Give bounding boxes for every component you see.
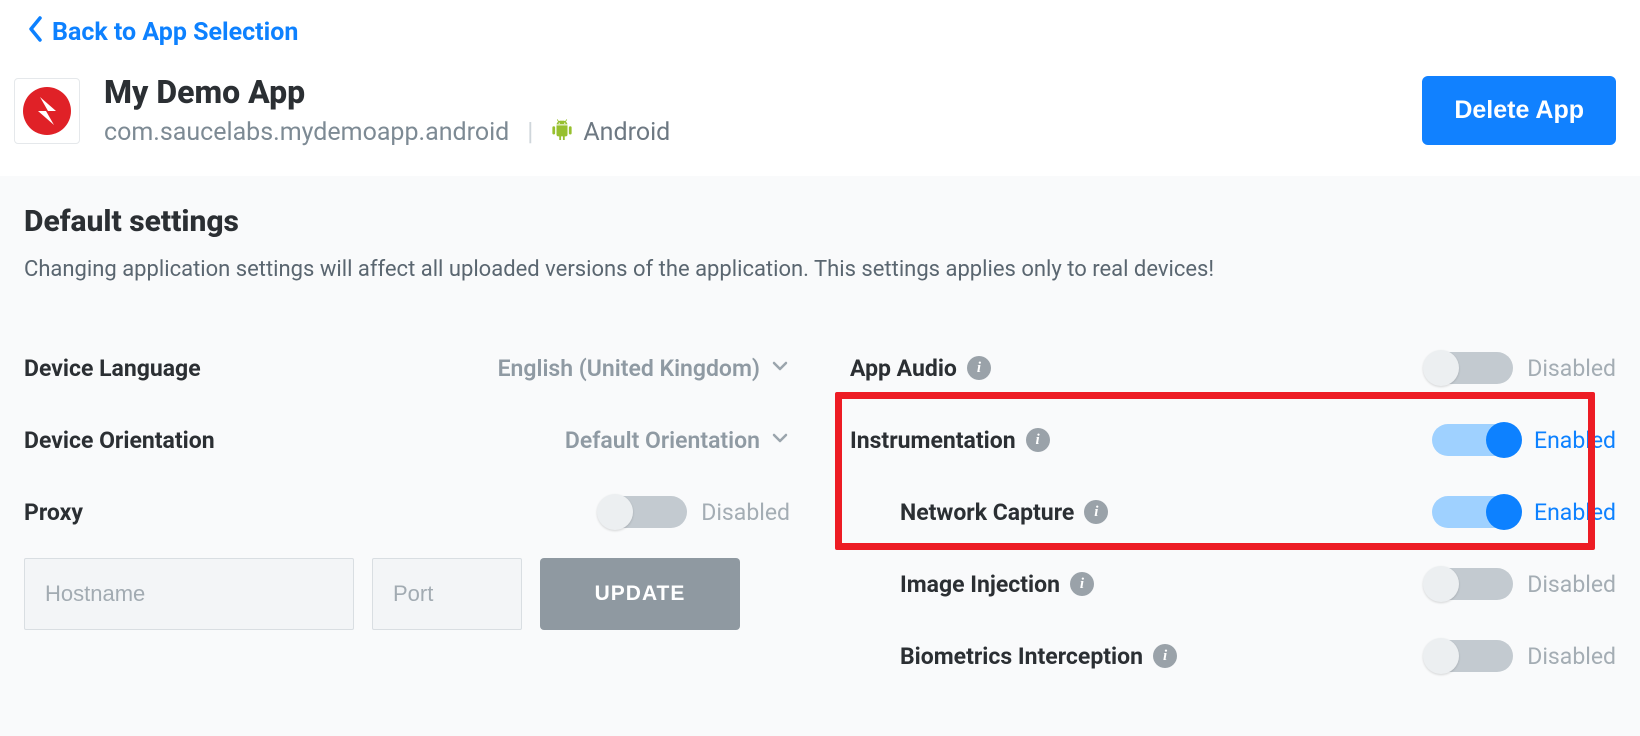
proxy-row: Proxy Disabled bbox=[24, 476, 790, 548]
proxy-label: Proxy bbox=[24, 499, 83, 526]
chevron-down-icon bbox=[770, 355, 790, 382]
device-language-select[interactable]: English (United Kingdom) bbox=[498, 355, 790, 382]
app-audio-label: App Audio bbox=[850, 355, 957, 382]
device-language-value: English (United Kingdom) bbox=[498, 355, 760, 382]
network-capture-toggle[interactable] bbox=[1432, 496, 1520, 528]
image-injection-row: Image Injection i Disabled bbox=[850, 548, 1616, 620]
device-orientation-row: Device Orientation Default Orientation bbox=[24, 404, 790, 476]
app-icon bbox=[14, 78, 80, 144]
info-icon[interactable]: i bbox=[1026, 428, 1050, 452]
app-audio-state-label: Disabled bbox=[1527, 355, 1616, 382]
chevron-down-icon bbox=[770, 427, 790, 454]
settings-left-column: Device Language English (United Kingdom)… bbox=[24, 332, 790, 692]
back-to-app-selection-link[interactable]: Back to App Selection bbox=[0, 0, 320, 59]
proxy-toggle[interactable] bbox=[599, 496, 687, 528]
biometrics-interception-label: Biometrics Interception bbox=[900, 643, 1143, 670]
android-icon bbox=[551, 117, 573, 148]
app-header: My Demo App com.saucelabs.mydemoapp.andr… bbox=[0, 59, 1640, 176]
settings-right-column: App Audio i Disabled Instrumentation i E… bbox=[850, 332, 1616, 692]
app-platform-label: Android bbox=[583, 118, 670, 147]
divider: | bbox=[527, 118, 533, 147]
network-capture-state-label: Enabled bbox=[1534, 499, 1616, 526]
app-audio-row: App Audio i Disabled bbox=[850, 332, 1616, 404]
device-language-label: Device Language bbox=[24, 355, 201, 382]
network-capture-label: Network Capture bbox=[900, 499, 1074, 526]
device-orientation-select[interactable]: Default Orientation bbox=[565, 427, 790, 454]
info-icon[interactable]: i bbox=[1084, 500, 1108, 524]
info-icon[interactable]: i bbox=[1153, 644, 1177, 668]
instrumentation-label: Instrumentation bbox=[850, 427, 1016, 454]
biometrics-interception-row: Biometrics Interception i Disabled bbox=[850, 620, 1616, 692]
app-package-id: com.saucelabs.mydemoapp.android bbox=[104, 118, 509, 147]
back-link-label: Back to App Selection bbox=[52, 18, 298, 47]
proxy-port-input[interactable] bbox=[372, 558, 522, 630]
app-platform: Android bbox=[551, 117, 670, 148]
network-capture-row: Network Capture i Enabled bbox=[850, 476, 1616, 548]
settings-heading: Default settings bbox=[24, 204, 1616, 239]
image-injection-toggle[interactable] bbox=[1425, 568, 1513, 600]
app-audio-toggle[interactable] bbox=[1425, 352, 1513, 384]
delete-app-button[interactable]: Delete App bbox=[1422, 76, 1616, 145]
chevron-left-icon bbox=[28, 16, 44, 49]
app-title: My Demo App bbox=[104, 73, 1422, 111]
image-injection-state-label: Disabled bbox=[1527, 571, 1616, 598]
proxy-form: UPDATE bbox=[24, 558, 790, 630]
instrumentation-row: Instrumentation i Enabled bbox=[850, 404, 1616, 476]
settings-description: Changing application settings will affec… bbox=[24, 257, 1616, 282]
info-icon[interactable]: i bbox=[1070, 572, 1094, 596]
info-icon[interactable]: i bbox=[967, 356, 991, 380]
proxy-hostname-input[interactable] bbox=[24, 558, 354, 630]
proxy-update-button[interactable]: UPDATE bbox=[540, 558, 740, 630]
settings-panel: Default settings Changing application se… bbox=[0, 176, 1640, 736]
instrumentation-state-label: Enabled bbox=[1534, 427, 1616, 454]
image-injection-label: Image Injection bbox=[900, 571, 1060, 598]
device-orientation-value: Default Orientation bbox=[565, 427, 760, 454]
device-language-row: Device Language English (United Kingdom) bbox=[24, 332, 790, 404]
biometrics-interception-state-label: Disabled bbox=[1527, 643, 1616, 670]
biometrics-interception-toggle[interactable] bbox=[1425, 640, 1513, 672]
device-orientation-label: Device Orientation bbox=[24, 427, 215, 454]
instrumentation-toggle[interactable] bbox=[1432, 424, 1520, 456]
proxy-state-label: Disabled bbox=[701, 499, 790, 526]
